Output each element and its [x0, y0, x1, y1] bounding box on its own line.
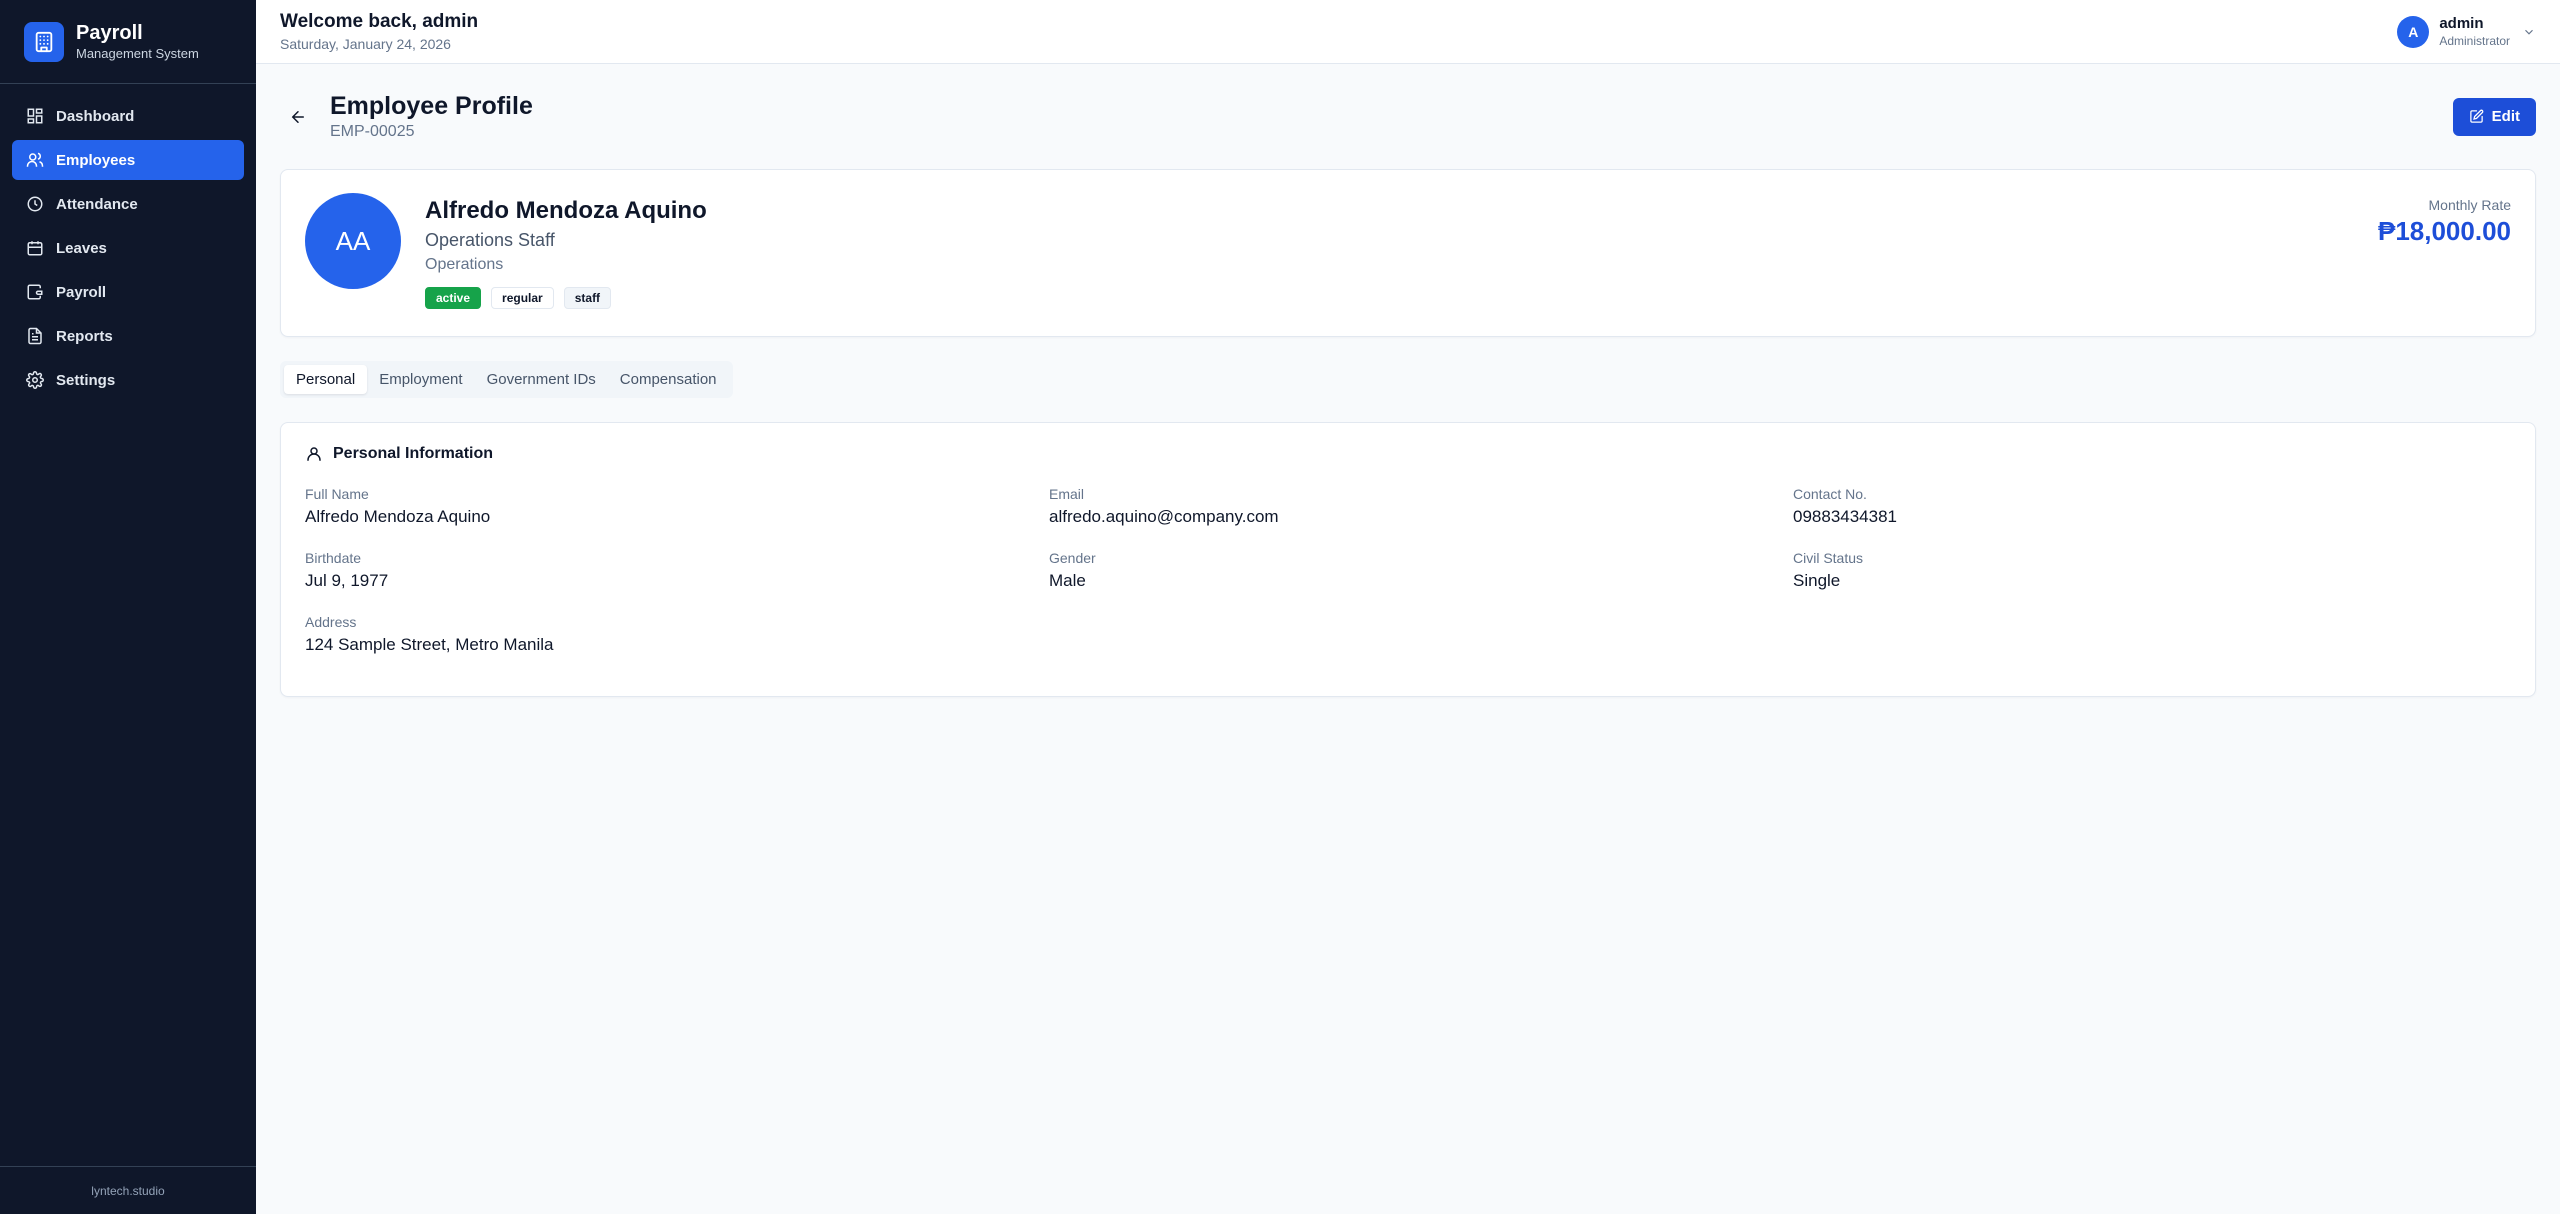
field-label: Address — [305, 614, 357, 630]
file-text-icon — [26, 327, 44, 345]
page-title: Employee Profile — [330, 91, 533, 120]
edit-button[interactable]: Edit — [2452, 97, 2536, 136]
field-label: Email — [1049, 486, 1085, 502]
tab-personal[interactable]: Personal — [284, 365, 368, 394]
sidebar-item-label: Attendance — [56, 195, 138, 213]
sidebar-item-attendance[interactable]: Attendance — [12, 184, 244, 224]
field-value: Single — [1793, 571, 1841, 590]
employee-department: Operations — [425, 256, 504, 273]
sidebar-item-leaves[interactable]: Leaves — [12, 228, 244, 268]
badge-group: active regular staff — [425, 287, 707, 309]
field-address: Address 124 Sample Street, Metro Manila — [305, 613, 1049, 657]
role-badge: staff — [563, 287, 612, 309]
field-label: Civil Status — [1793, 550, 1864, 566]
field-birthdate: Birthdate Jul 9, 1977 — [305, 549, 1049, 593]
current-date: Saturday, January 24, 2026 — [280, 35, 451, 52]
building-icon — [24, 21, 64, 62]
field-label: Contact No. — [1793, 486, 1867, 502]
user-name: admin — [2439, 14, 2484, 32]
field-value: Male — [1049, 571, 1086, 590]
user-menu[interactable]: A admin Administrator — [2397, 15, 2536, 49]
sidebar-footer: lyntech.studio — [0, 1166, 256, 1214]
sidebar-item-employees[interactable]: Employees — [12, 140, 244, 180]
employment-type-badge: regular — [491, 287, 554, 309]
sidebar-item-label: Employees — [56, 151, 136, 169]
arrow-left-icon — [289, 108, 307, 126]
chevron-down-icon — [2522, 25, 2536, 39]
employee-id: EMP-00025 — [330, 122, 415, 140]
field-value: Jul 9, 1977 — [305, 571, 389, 590]
profile-card: AA Alfredo Mendoza Aquino Operations Sta… — [280, 169, 2536, 337]
wallet-icon — [26, 283, 44, 301]
sidebar-item-label: Leaves — [56, 239, 107, 257]
rate-value: ₱18,000.00 — [2377, 216, 2511, 246]
field-value: 124 Sample Street, Metro Manila — [305, 635, 554, 654]
status-badge: active — [425, 287, 482, 309]
employee-avatar: AA — [305, 193, 401, 289]
field-label: Birthdate — [305, 550, 362, 566]
field-email: Email alfredo.aquino@company.com — [1049, 485, 1793, 529]
sidebar-item-label: Dashboard — [56, 107, 135, 125]
tab-compensation[interactable]: Compensation — [608, 365, 729, 394]
employee-name: Alfredo Mendoza Aquino — [425, 197, 707, 224]
info-grid: Full Name Alfredo Mendoza Aquino Email a… — [305, 485, 2511, 657]
brand-title: Payroll — [76, 21, 143, 44]
employee-position: Operations Staff — [425, 230, 555, 250]
personal-info-card: Personal Information Full Name Alfredo M… — [280, 422, 2536, 697]
brand-subtitle: Management System — [76, 45, 199, 61]
sidebar-item-settings[interactable]: Settings — [12, 360, 244, 400]
field-value: alfredo.aquino@company.com — [1049, 507, 1279, 526]
sidebar-item-reports[interactable]: Reports — [12, 316, 244, 356]
tab-government-ids[interactable]: Government IDs — [475, 365, 608, 394]
monthly-rate: Monthly Rate ₱18,000.00 — [2378, 195, 2511, 247]
field-value: 09883434381 — [1793, 507, 1898, 526]
field-full-name: Full Name Alfredo Mendoza Aquino — [305, 485, 1049, 529]
tab-employment[interactable]: Employment — [367, 365, 474, 394]
rate-label: Monthly Rate — [2428, 197, 2511, 213]
page-header: Employee Profile EMP-00025 Edit — [280, 64, 2536, 169]
field-gender: Gender Male — [1049, 549, 1793, 593]
edit-label: Edit — [2491, 108, 2520, 125]
topbar: Welcome back, admin Saturday, January 24… — [256, 0, 2560, 64]
section-title: Personal Information — [333, 445, 494, 462]
back-button[interactable] — [280, 99, 316, 135]
brand[interactable]: Payroll Management System — [0, 0, 256, 84]
sidebar-item-label: Reports — [56, 327, 113, 345]
sidebar-nav: Dashboard Employees Attendance Leaves Pa… — [0, 84, 256, 416]
field-label: Full Name — [305, 486, 369, 502]
user-role: Administrator — [2439, 33, 2510, 48]
sidebar-item-label: Settings — [56, 371, 116, 389]
user-icon — [305, 445, 323, 463]
welcome-text: Welcome back, admin — [280, 10, 479, 32]
gear-icon — [26, 371, 44, 389]
profile-tabs: Personal Employment Government IDs Compe… — [280, 361, 733, 398]
field-contact: Contact No. 09883434381 — [1793, 485, 2511, 529]
main-content: Employee Profile EMP-00025 Edit AA Alfre… — [256, 64, 2560, 697]
calendar-icon — [26, 239, 44, 257]
field-value: Alfredo Mendoza Aquino — [305, 507, 491, 526]
field-label: Gender — [1049, 550, 1096, 566]
sidebar-item-dashboard[interactable]: Dashboard — [12, 96, 244, 136]
users-icon — [26, 151, 44, 169]
clock-icon — [26, 195, 44, 213]
sidebar-item-label: Payroll — [56, 283, 107, 301]
sidebar-item-payroll[interactable]: Payroll — [12, 272, 244, 312]
sidebar: Payroll Management System Dashboard Empl… — [0, 0, 256, 1214]
dashboard-icon — [26, 107, 44, 125]
edit-icon — [2469, 109, 2484, 124]
field-civil-status: Civil Status Single — [1793, 549, 2511, 593]
avatar: A — [2397, 15, 2430, 48]
